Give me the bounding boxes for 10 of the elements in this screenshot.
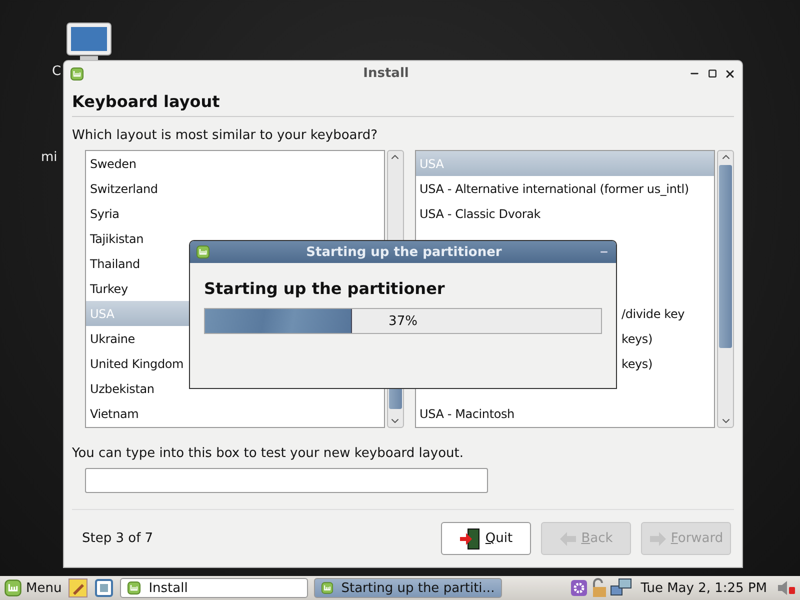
- question-label: Which layout is most similar to your keyboard?: [72, 127, 379, 145]
- page-heading: Keyboard layout: [72, 86, 734, 117]
- desktop-icon-label: C: [52, 64, 62, 79]
- progress-reading: 37%: [388, 314, 418, 328]
- window-title: Install: [362, 66, 410, 81]
- dialog-heading: Starting up the partitioner: [204, 279, 446, 298]
- test-hint: You can type into this box to test your new keyboard layout.: [72, 445, 464, 463]
- desktop-icon-label: mi: [41, 150, 58, 165]
- step-label: Step 3 of 7: [82, 531, 154, 546]
- dialog-title: Starting up the partitioner: [305, 244, 503, 260]
